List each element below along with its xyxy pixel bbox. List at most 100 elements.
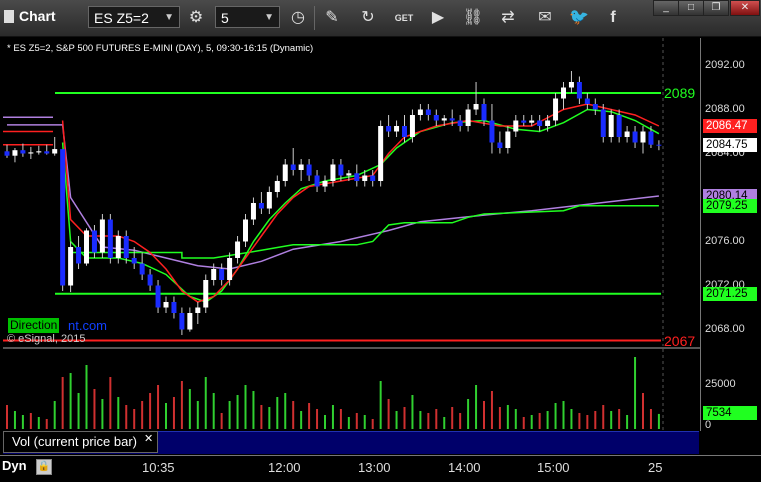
- candle-body: [561, 87, 566, 99]
- candle-body: [648, 131, 654, 145]
- candle-body: [608, 115, 614, 137]
- time-tick-label: 13:00: [358, 460, 391, 475]
- candle-body: [4, 151, 10, 156]
- price-tag: 2071.25: [703, 286, 757, 301]
- candle-body: [513, 120, 519, 132]
- candle-body: [465, 109, 471, 126]
- candle-body: [163, 302, 169, 308]
- candle-body: [187, 313, 193, 330]
- candle-body: [36, 151, 42, 153]
- window-title: Chart: [4, 8, 56, 24]
- price-tick-label: 2088.00: [705, 102, 745, 115]
- minimize-icon[interactable]: _: [653, 0, 679, 16]
- candle-body: [592, 104, 598, 110]
- candle-body: [84, 230, 89, 264]
- candle-body: [457, 120, 463, 126]
- candle-body: [473, 104, 479, 110]
- candle-body: [330, 164, 336, 181]
- pencil-icon[interactable]: ✎: [320, 6, 344, 30]
- candle-body: [616, 115, 622, 137]
- candle-body: [545, 120, 551, 126]
- candle-body: [179, 313, 185, 330]
- direction-tail-text: nt.com: [68, 318, 108, 333]
- volume-title: Vol (current price bar): [3, 431, 158, 453]
- twitter-icon[interactable]: 🐦: [567, 6, 591, 30]
- candle-body: [211, 269, 217, 280]
- candle-body: [28, 152, 34, 154]
- candle-body: [52, 149, 58, 154]
- clock-icon[interactable]: ◷: [286, 6, 310, 30]
- comment-icon[interactable]: ✉: [533, 6, 557, 30]
- volume-pane[interactable]: [3, 349, 699, 431]
- toolbar-divider: [314, 6, 315, 30]
- candle-body: [346, 173, 352, 176]
- candle-body: [298, 164, 304, 170]
- candle-body: [91, 230, 97, 253]
- direction-label: Direction: [8, 318, 60, 333]
- toolbar: Chart ES Z5=2 ▼ ⚙ 5 ▼ ◷ ✎ ↻ GET ▶ ⛓ ⇄ ✉ …: [0, 0, 761, 37]
- get-icon[interactable]: GET: [392, 6, 416, 30]
- dynamic-button[interactable]: Dyn: [2, 458, 27, 473]
- lock-icon[interactable]: 🔒: [36, 459, 52, 475]
- price-pane[interactable]: [3, 38, 699, 346]
- settings-gear-icon[interactable]: ⚙: [184, 6, 208, 30]
- candle-body: [354, 173, 360, 181]
- link-sync-icon[interactable]: ⇄: [496, 6, 520, 30]
- candle-body: [497, 142, 503, 148]
- ma-step-line: [70, 205, 659, 259]
- level-label: 2067: [664, 332, 696, 349]
- candle-body: [266, 192, 272, 209]
- play-icon[interactable]: ▶: [426, 6, 450, 30]
- candle-body: [306, 164, 312, 176]
- symbol-input[interactable]: ES Z5=2 ▼: [88, 6, 180, 28]
- volume-close-icon[interactable]: ✕: [144, 432, 153, 445]
- candle-body: [203, 280, 209, 308]
- link-icon[interactable]: ⛓: [461, 6, 485, 30]
- candle-body: [139, 263, 145, 275]
- time-tick-label: 10:35: [142, 460, 175, 475]
- candle-body: [131, 258, 137, 264]
- candle-body: [553, 98, 559, 121]
- candle-body: [107, 219, 113, 258]
- time-tick-label: 15:00: [537, 460, 570, 475]
- time-tick-label: 12:00: [268, 460, 301, 475]
- candle-body: [568, 82, 574, 88]
- candle-body: [258, 203, 264, 209]
- close-icon[interactable]: ✕: [730, 0, 760, 16]
- level-label: 2089: [664, 85, 696, 101]
- maximize-icon[interactable]: □: [678, 0, 704, 16]
- candle-body: [362, 175, 368, 181]
- candle-body: [115, 236, 121, 258]
- chevron-down-icon[interactable]: ▼: [164, 7, 174, 29]
- candle-body: [417, 109, 423, 115]
- copyright: © eSignal, 2015: [7, 333, 86, 345]
- interval-input[interactable]: 5 ▼: [215, 6, 280, 28]
- candle-body: [171, 302, 177, 313]
- candle-body: [402, 126, 407, 137]
- candle-body: [632, 131, 638, 143]
- candle-body: [155, 285, 161, 308]
- candle-body: [489, 120, 495, 143]
- candle-body: [529, 120, 535, 123]
- candle-body: [290, 164, 296, 170]
- candle-body: [274, 181, 280, 192]
- candle-body: [76, 247, 82, 264]
- refresh-icon[interactable]: ↻: [356, 6, 380, 30]
- candle-body: [505, 131, 511, 148]
- price-chart-svg: [3, 38, 664, 346]
- candle-body: [68, 247, 74, 286]
- price-tick-label: 2076.00: [705, 234, 745, 247]
- restore-icon[interactable]: ❐: [703, 0, 729, 16]
- candle-body: [481, 104, 487, 121]
- candle-body: [314, 175, 320, 187]
- interval-value: 5: [221, 10, 229, 26]
- chevron-down-icon[interactable]: ▼: [264, 7, 274, 29]
- volume-chart-svg: [6, 349, 664, 431]
- window-title-label: Chart: [19, 8, 56, 24]
- candle-body: [370, 175, 376, 181]
- candle-body: [441, 118, 447, 121]
- candle-body: [338, 164, 344, 176]
- facebook-icon[interactable]: f: [601, 6, 625, 30]
- candle-body: [99, 219, 105, 253]
- candle-body: [624, 131, 630, 137]
